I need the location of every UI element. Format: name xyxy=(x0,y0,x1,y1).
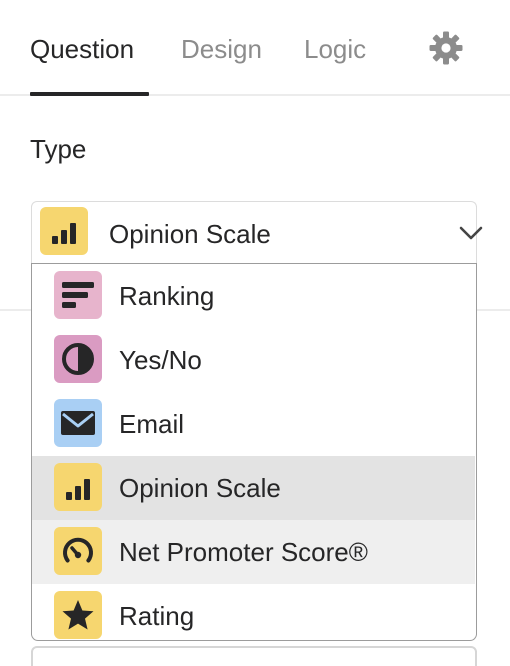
active-tab-indicator xyxy=(30,92,149,96)
email-icon xyxy=(54,399,102,447)
field-below-dropdown[interactable] xyxy=(31,646,477,666)
bar-chart-icon xyxy=(54,463,102,511)
option-label: Ranking xyxy=(119,281,215,311)
option-net-promoter-score[interactable]: Net Promoter Score® xyxy=(32,520,475,584)
question-type-select[interactable]: Opinion Scale xyxy=(31,201,483,265)
yes-no-icon xyxy=(54,335,102,383)
option-label: Yes/No xyxy=(119,345,202,375)
option-label: Net Promoter Score® xyxy=(119,537,368,567)
option-rating[interactable]: Rating xyxy=(32,584,475,640)
option-label: Rating xyxy=(119,601,195,631)
option-label: Email xyxy=(119,409,185,439)
selected-type-label: Opinion Scale xyxy=(109,219,271,249)
ranking-icon xyxy=(54,271,102,319)
tab-logic[interactable]: Logic xyxy=(304,32,366,66)
gear-icon xyxy=(428,31,464,70)
option-ranking[interactable]: Ranking xyxy=(32,264,475,328)
chevron-down-icon[interactable] xyxy=(458,222,484,244)
settings-button[interactable] xyxy=(428,30,464,66)
type-label: Type xyxy=(30,134,87,164)
question-type-dropdown[interactable]: Ranking Yes/No Email Opinion Scale Net P… xyxy=(31,263,477,641)
tab-bar: Question Design Logic xyxy=(0,0,510,96)
tab-design[interactable]: Design xyxy=(181,32,262,66)
option-opinion-scale[interactable]: Opinion Scale xyxy=(32,456,475,520)
option-label: Opinion Scale xyxy=(119,473,281,503)
option-yes-no[interactable]: Yes/No xyxy=(32,328,475,392)
tab-question[interactable]: Question xyxy=(30,32,134,66)
gauge-icon xyxy=(54,527,102,575)
star-icon xyxy=(54,591,102,639)
bar-chart-icon xyxy=(40,207,88,255)
option-email[interactable]: Email xyxy=(32,392,475,456)
